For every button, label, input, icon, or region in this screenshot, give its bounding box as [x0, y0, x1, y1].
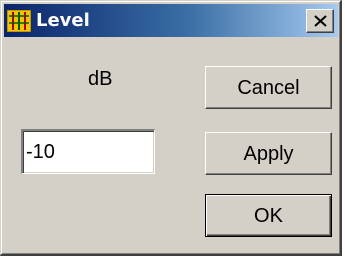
unit-label: dB	[88, 68, 113, 90]
cancel-button[interactable]: Cancel	[205, 66, 332, 109]
level-dialog: Level dB Cancel Apply OK	[0, 0, 342, 256]
level-meter-icon	[6, 9, 32, 33]
level-value-input[interactable]	[21, 129, 155, 174]
apply-button[interactable]: Apply	[205, 132, 332, 175]
ok-button[interactable]: OK	[205, 194, 332, 237]
close-button[interactable]	[306, 9, 334, 33]
close-icon	[314, 15, 327, 27]
title-bar[interactable]: Level	[4, 4, 338, 37]
window-title: Level	[36, 10, 90, 31]
